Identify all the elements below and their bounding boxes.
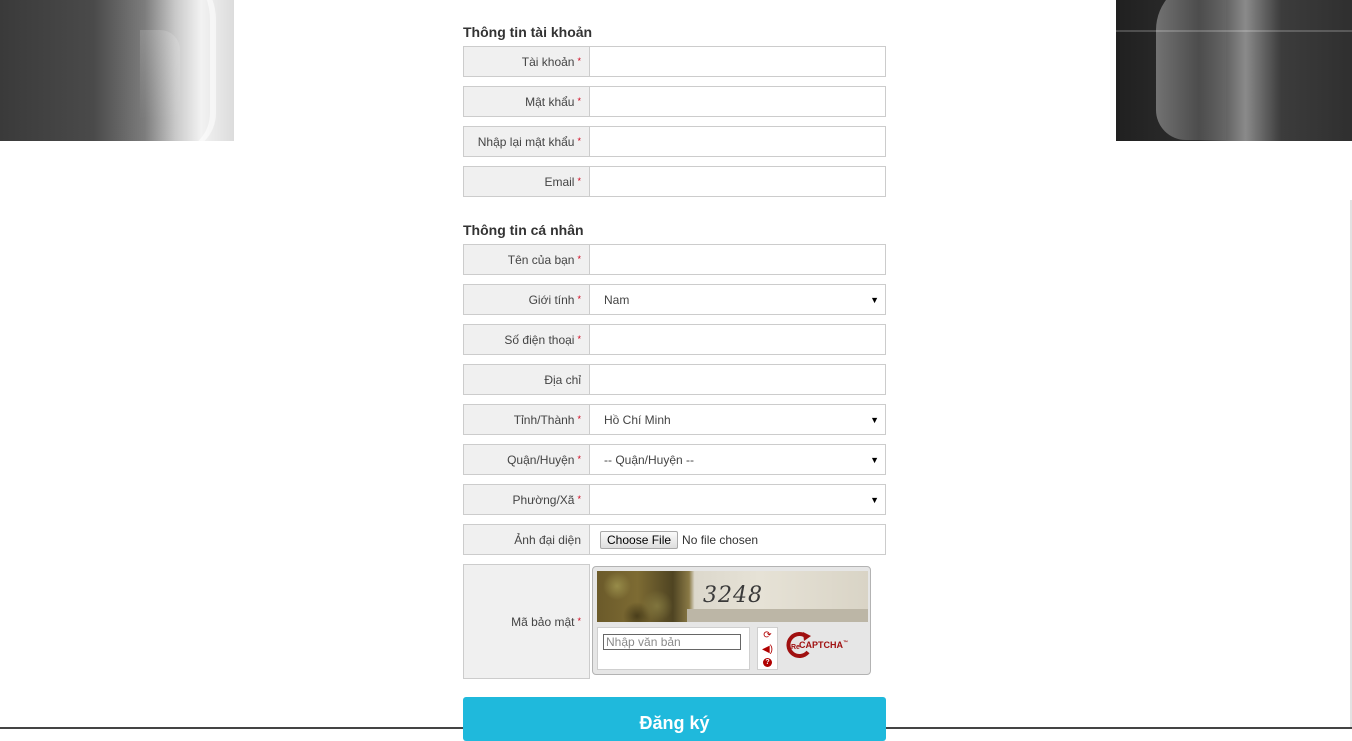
captcha-code-text: 3248	[703, 583, 763, 608]
help-icon[interactable]: ?	[763, 658, 772, 668]
ward-select[interactable]: ▼	[590, 484, 886, 515]
username-label: Tài khoản *	[463, 46, 590, 77]
password-label: Mật khẩu *	[463, 86, 590, 117]
email-input[interactable]	[590, 167, 885, 196]
phone-label-text: Số điện thoại	[504, 332, 575, 347]
header-background-image-right	[1116, 0, 1352, 141]
required-mark: *	[577, 55, 581, 66]
choose-file-button[interactable]: Choose File	[600, 530, 679, 549]
recaptcha-logo-word: CAPTCHA	[799, 640, 843, 650]
gender-label: Giới tính *	[463, 284, 590, 315]
audio-icon[interactable]: ◀)	[762, 644, 773, 655]
district-label: Quận/Huyện *	[463, 444, 590, 475]
province-label: Tỉnh/Thành *	[463, 404, 590, 435]
district-select[interactable]: -- Quận/Huyện -- ▼	[590, 444, 886, 475]
header-background-image-left	[0, 0, 234, 141]
required-mark: *	[577, 333, 581, 344]
dropdown-arrow-icon: ▼	[870, 454, 879, 465]
password-row: Mật khẩu *	[463, 86, 886, 117]
required-mark: *	[577, 413, 581, 424]
province-select[interactable]: Hồ Chí Minh ▼	[590, 404, 886, 435]
email-row: Email *	[463, 166, 886, 197]
required-mark: *	[577, 175, 581, 186]
phone-input[interactable]	[590, 325, 885, 354]
required-mark: *	[577, 293, 581, 304]
address-row: Địa chỉ	[463, 364, 886, 395]
dropdown-arrow-icon: ▼	[870, 294, 879, 305]
confirm-password-label-text: Nhập lại mật khẩu	[477, 134, 575, 149]
phone-row: Số điện thoại *	[463, 324, 886, 355]
phone-field-wrap	[590, 324, 886, 355]
username-input[interactable]	[590, 47, 885, 76]
captcha-label: Mã bảo mật *	[463, 564, 590, 679]
address-label-text: Địa chỉ	[544, 372, 581, 387]
confirm-password-row: Nhập lại mật khẩu *	[463, 126, 886, 157]
district-row: Quận/Huyện * -- Quận/Huyện -- ▼	[463, 444, 886, 475]
gender-select[interactable]: Nam ▼	[590, 284, 886, 315]
captcha-label-text: Mã bảo mật	[511, 614, 575, 629]
district-selected-value: -- Quận/Huyện --	[604, 452, 695, 467]
email-field-wrap	[590, 166, 886, 197]
username-field-wrap	[590, 46, 886, 77]
ward-label: Phường/Xã *	[463, 484, 590, 515]
avatar-label-text: Ảnh đại diện	[514, 532, 581, 547]
phone-label: Số điện thoại *	[463, 324, 590, 355]
province-selected-value: Hồ Chí Minh	[604, 412, 671, 427]
avatar-label: Ảnh đại diện	[463, 524, 590, 555]
required-mark: *	[577, 95, 581, 106]
confirm-password-input[interactable]	[590, 127, 885, 156]
captcha-tools: ⟳ ◀) ?	[757, 627, 778, 670]
username-label-text: Tài khoản	[521, 54, 575, 69]
dropdown-arrow-icon: ▼	[870, 414, 879, 425]
email-label-text: Email	[544, 174, 575, 189]
fullname-label-text: Tên của bạn	[507, 252, 575, 267]
personal-section-title: Thông tin cá nhân	[463, 222, 584, 238]
refresh-icon[interactable]: ⟳	[763, 630, 771, 641]
required-mark: *	[577, 493, 581, 504]
required-mark: *	[577, 615, 581, 626]
required-mark: *	[577, 135, 581, 146]
register-button[interactable]: Đăng ký	[463, 697, 886, 741]
file-status-text: No file chosen	[682, 532, 759, 547]
province-label-text: Tỉnh/Thành	[513, 412, 575, 427]
captcha-row: Mã bảo mật * 3248 ⟳ ◀) ?	[463, 564, 886, 679]
recaptcha-logo-text: CAPTCHA™	[799, 640, 848, 650]
password-label-text: Mật khẩu	[525, 94, 575, 109]
fullname-input[interactable]	[590, 245, 885, 274]
password-field-wrap	[590, 86, 886, 117]
recaptcha-logo: Re CAPTCHA™	[785, 630, 848, 660]
required-mark: *	[577, 253, 581, 264]
gender-selected-value: Nam	[604, 292, 630, 307]
confirm-password-label: Nhập lại mật khẩu *	[463, 126, 590, 157]
recaptcha-widget: 3248 ⟳ ◀) ? Re CAPTCHA™	[592, 566, 871, 675]
password-input[interactable]	[590, 87, 885, 116]
avatar-row: Ảnh đại diện Choose File No file chosen	[463, 524, 886, 555]
recaptcha-logo-tm: ™	[843, 640, 848, 646]
district-label-text: Quận/Huyện	[507, 452, 575, 467]
captcha-input[interactable]	[603, 634, 741, 650]
email-label: Email *	[463, 166, 590, 197]
account-section-title: Thông tin tài khoản	[463, 24, 593, 40]
username-row: Tài khoản *	[463, 46, 886, 77]
fullname-label: Tên của bạn *	[463, 244, 590, 275]
captcha-input-area	[597, 627, 750, 670]
captcha-field-wrap: 3248 ⟳ ◀) ? Re CAPTCHA™	[590, 564, 886, 679]
address-field-wrap	[590, 364, 886, 395]
gender-label-text: Giới tính	[528, 292, 575, 307]
address-label: Địa chỉ	[463, 364, 590, 395]
confirm-password-field-wrap	[590, 126, 886, 157]
fullname-row: Tên của bạn *	[463, 244, 886, 275]
province-row: Tỉnh/Thành * Hồ Chí Minh ▼	[463, 404, 886, 435]
avatar-file-field: Choose File No file chosen	[590, 524, 886, 555]
address-input[interactable]	[590, 365, 885, 394]
fullname-field-wrap	[590, 244, 886, 275]
ward-label-text: Phường/Xã	[512, 492, 575, 507]
ward-row: Phường/Xã * ▼	[463, 484, 886, 515]
dropdown-arrow-icon: ▼	[870, 494, 879, 505]
required-mark: *	[577, 453, 581, 464]
gender-row: Giới tính * Nam ▼	[463, 284, 886, 315]
captcha-image: 3248	[597, 571, 868, 622]
